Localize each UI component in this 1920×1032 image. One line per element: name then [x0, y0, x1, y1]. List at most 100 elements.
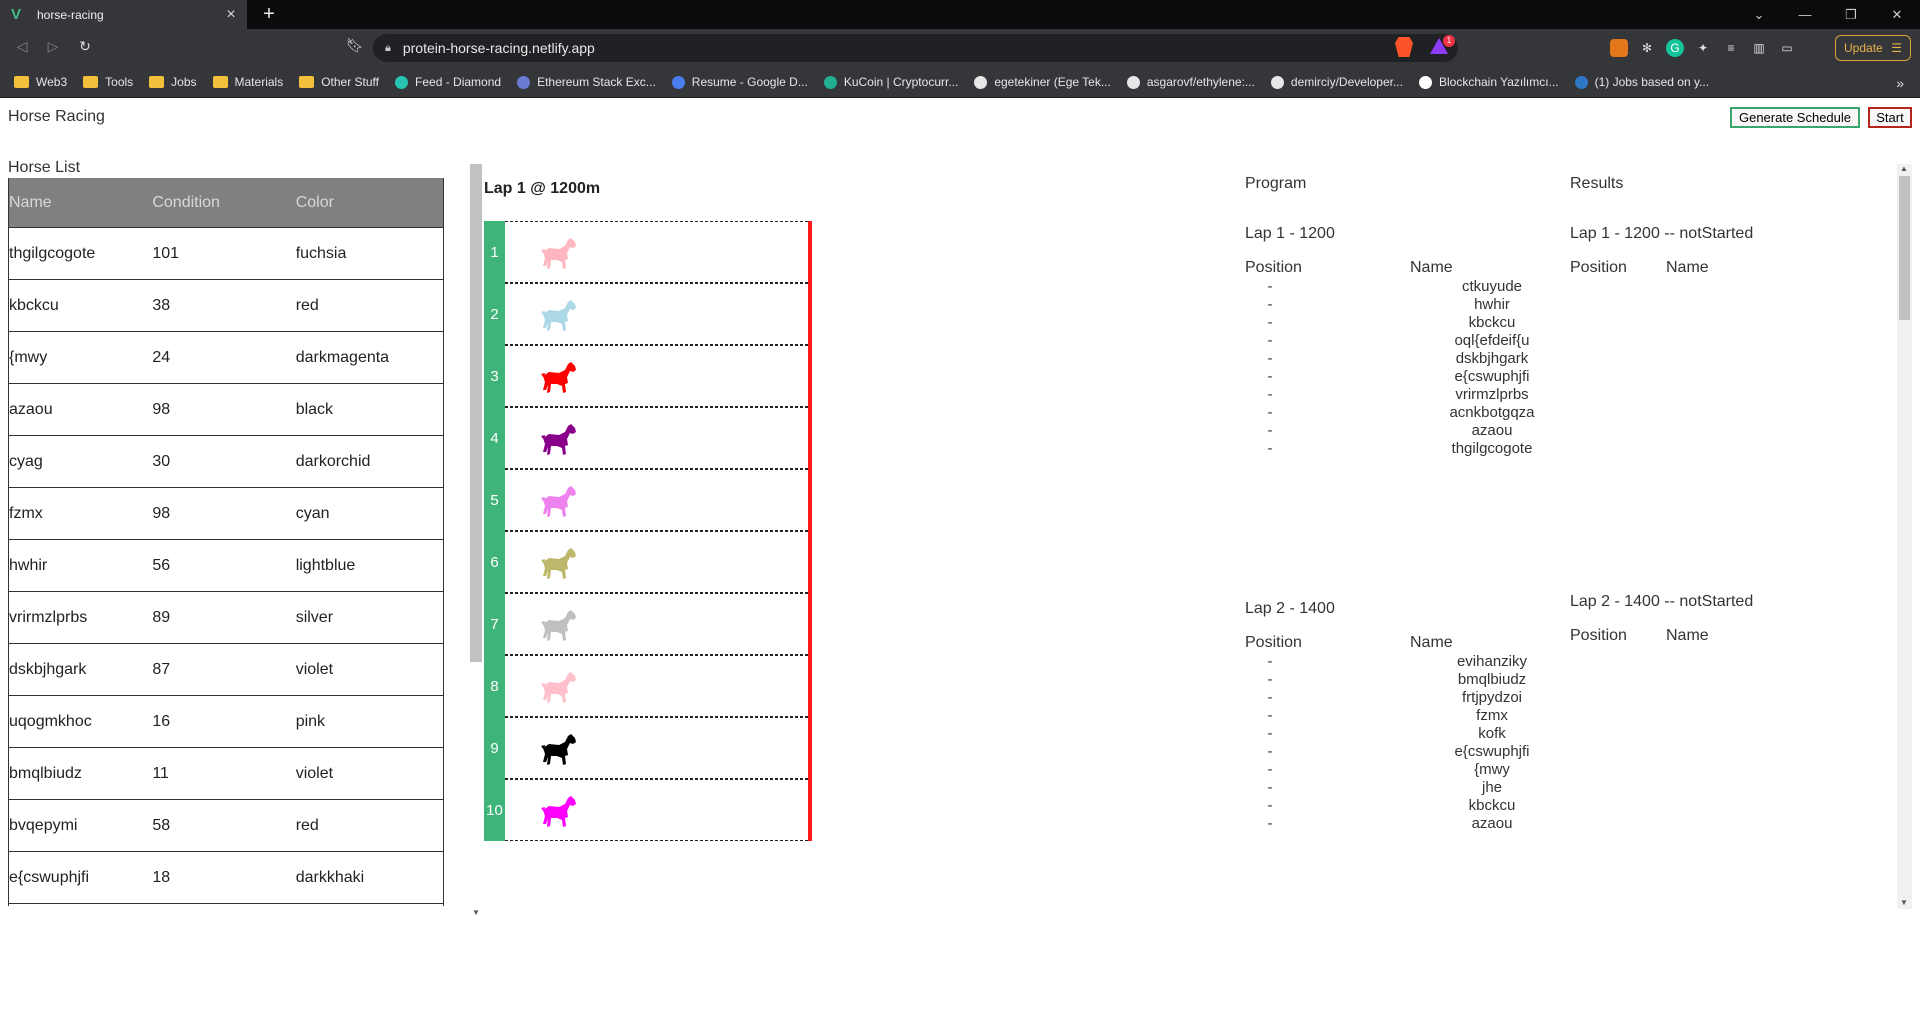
reload-icon[interactable]: ↻ [75, 38, 95, 55]
horse-condition-cell: 87 [152, 660, 171, 678]
race-lane: 7 [484, 593, 812, 655]
scroll-down-arrow-icon[interactable]: ▼ [472, 908, 480, 917]
horse-condition-cell: 24 [152, 348, 171, 366]
program-entry-name: hwhir [1474, 296, 1510, 313]
bookmark-label: Blockchain Yazılımcı... [1438, 75, 1559, 89]
lane-track [505, 407, 808, 469]
bookmark-item[interactable]: Jobs [149, 75, 197, 89]
program-entry-name: e{cswuphjfi [1454, 743, 1530, 760]
program-entry: - bmqlbiudz [1245, 671, 1577, 689]
bookmark-label: asgarovf/ethylene:... [1146, 75, 1255, 89]
scrollbar-thumb[interactable] [1899, 176, 1910, 320]
update-button[interactable]: Update ☰ [1835, 35, 1911, 61]
grammarly-icon[interactable]: G [1666, 39, 1684, 57]
generate-schedule-button[interactable]: Generate Schedule [1730, 107, 1860, 128]
extension-gear-icon[interactable]: ✻ [1638, 39, 1656, 57]
program-entry: - e{cswuphjfi [1245, 743, 1577, 761]
bookmark-item[interactable]: Tools [83, 75, 133, 89]
new-tab-icon[interactable]: + [257, 3, 281, 26]
bookmark-item[interactable]: demirciy/Developer... [1270, 75, 1403, 89]
program-entry-position: - [1267, 314, 1273, 331]
github-icon [1270, 75, 1284, 89]
table-header: Name Condition Color [9, 178, 443, 228]
bookmark-label: Materials [234, 75, 284, 89]
browser-tab[interactable]: V horse-racing × [0, 0, 247, 29]
close-window-icon[interactable]: ✕ [1874, 0, 1920, 29]
program-entry-name: dskbjhgark [1455, 350, 1529, 367]
program-entry: - kbckcu [1245, 797, 1577, 815]
horse-color-cell: violet [295, 660, 334, 678]
bookmark-item[interactable]: Web3 [14, 75, 67, 89]
horse-name-cell: uqogmkhoc [9, 712, 92, 730]
horse-icon [541, 238, 576, 269]
table-row: {mwy 24 darkmagenta [9, 332, 443, 384]
diamond-icon [395, 75, 409, 89]
table-row: kbckcu 38 red [9, 280, 443, 332]
scroll-up-arrow-icon[interactable]: ▲ [1900, 164, 1908, 173]
race-lane: 8 [484, 655, 812, 717]
restore-icon[interactable]: ❐ [1828, 0, 1874, 29]
tab-search-icon[interactable]: ⌄ [1736, 0, 1782, 29]
program-entry-name: thgilgcogote [1451, 440, 1533, 457]
lane-track [505, 221, 808, 283]
stackexchange-icon [517, 75, 531, 89]
more-bookmarks-icon[interactable]: » [1896, 75, 1904, 91]
race-lane: 2 [484, 283, 812, 345]
finish-line [808, 221, 812, 841]
bookmark-label: egetekiner (Ege Tek... [994, 75, 1111, 89]
menu-icon: ☰ [1891, 41, 1902, 55]
program-entry-position: - [1267, 296, 1273, 313]
program-entry-position: - [1267, 440, 1273, 457]
bookmark-item[interactable]: egetekiner (Ege Tek... [974, 75, 1111, 89]
horse-icon [541, 300, 576, 331]
bookmark-item[interactable]: KuCoin | Cryptocurr... [823, 75, 958, 89]
program-entry-position: - [1267, 779, 1273, 796]
browser-tabbar: V horse-racing × + ⌄ — ❐ ✕ [0, 0, 1920, 29]
page-scrollbar[interactable]: ▲ ▼ [1897, 164, 1912, 909]
lane-track [505, 655, 808, 717]
tab-title: horse-racing [37, 7, 104, 22]
bookmark-label: (1) Jobs based on y... [1594, 75, 1710, 89]
results-name-header: Name [1666, 627, 1709, 644]
close-tab-icon[interactable]: × [221, 6, 241, 24]
bookmark-item[interactable]: Blockchain Yazılımcı... [1418, 75, 1559, 89]
address-bar[interactable]: 🔒︎ protein-horse-racing.netlify.app [373, 34, 1458, 62]
wallet-icon[interactable]: ▭ [1778, 39, 1796, 57]
program-entry: - acnkbotgqza [1245, 404, 1577, 422]
lock-icon[interactable]: 🔒︎ [385, 42, 391, 55]
bookmark-item[interactable]: Materials [212, 75, 284, 89]
metamask-icon[interactable] [1610, 39, 1628, 57]
results-name-header: Name [1666, 259, 1709, 276]
bookmark-page-icon[interactable]: 🔖︎ [346, 37, 364, 54]
back-icon[interactable]: ◁ [12, 38, 32, 55]
reading-list-icon[interactable]: ≡ [1722, 39, 1740, 57]
horse-table[interactable]: Name Condition Color thgilgcogote 101 fuch… [8, 178, 444, 906]
bookmark-item[interactable]: asgarovf/ethylene:... [1126, 75, 1255, 89]
bookmark-item[interactable]: Ethereum Stack Exc... [517, 75, 656, 89]
program-entry: - azaou [1245, 422, 1577, 440]
table-row: bmqlbiudz 11 violet [9, 748, 443, 800]
github-icon [1126, 75, 1140, 89]
lane-track [505, 779, 808, 841]
table-row: fzmx 98 cyan [9, 488, 443, 540]
folder-icon [14, 76, 29, 88]
program-entry-name: frtjpydzoi [1461, 689, 1523, 706]
program-lap-title: Lap 1 - 1200 [1245, 225, 1335, 242]
bookmark-item[interactable]: (1) Jobs based on y... [1574, 75, 1710, 89]
sidebar-icon[interactable]: ▥ [1750, 39, 1768, 57]
bookmark-label: Web3 [36, 75, 68, 89]
bookmark-item[interactable]: Other Stuff [299, 75, 379, 89]
start-button[interactable]: Start [1868, 107, 1912, 128]
program-name-header: Name [1410, 634, 1453, 651]
extensions-puzzle-icon[interactable]: ✦ [1694, 39, 1712, 57]
horse-list-scrollbar[interactable]: ▼ [470, 164, 482, 917]
bookmark-item[interactable]: Resume - Google D... [671, 75, 808, 89]
scroll-down-arrow-icon[interactable]: ▼ [1900, 898, 1908, 907]
bookmark-label: Feed - Diamond [415, 75, 502, 89]
forward-icon[interactable]: ▷ [43, 38, 63, 55]
bookmark-item[interactable]: Feed - Diamond [395, 75, 501, 89]
lane-number: 10 [484, 779, 505, 841]
lane-track [505, 593, 808, 655]
minimize-icon[interactable]: — [1782, 0, 1828, 29]
scrollbar-thumb[interactable] [470, 164, 482, 662]
